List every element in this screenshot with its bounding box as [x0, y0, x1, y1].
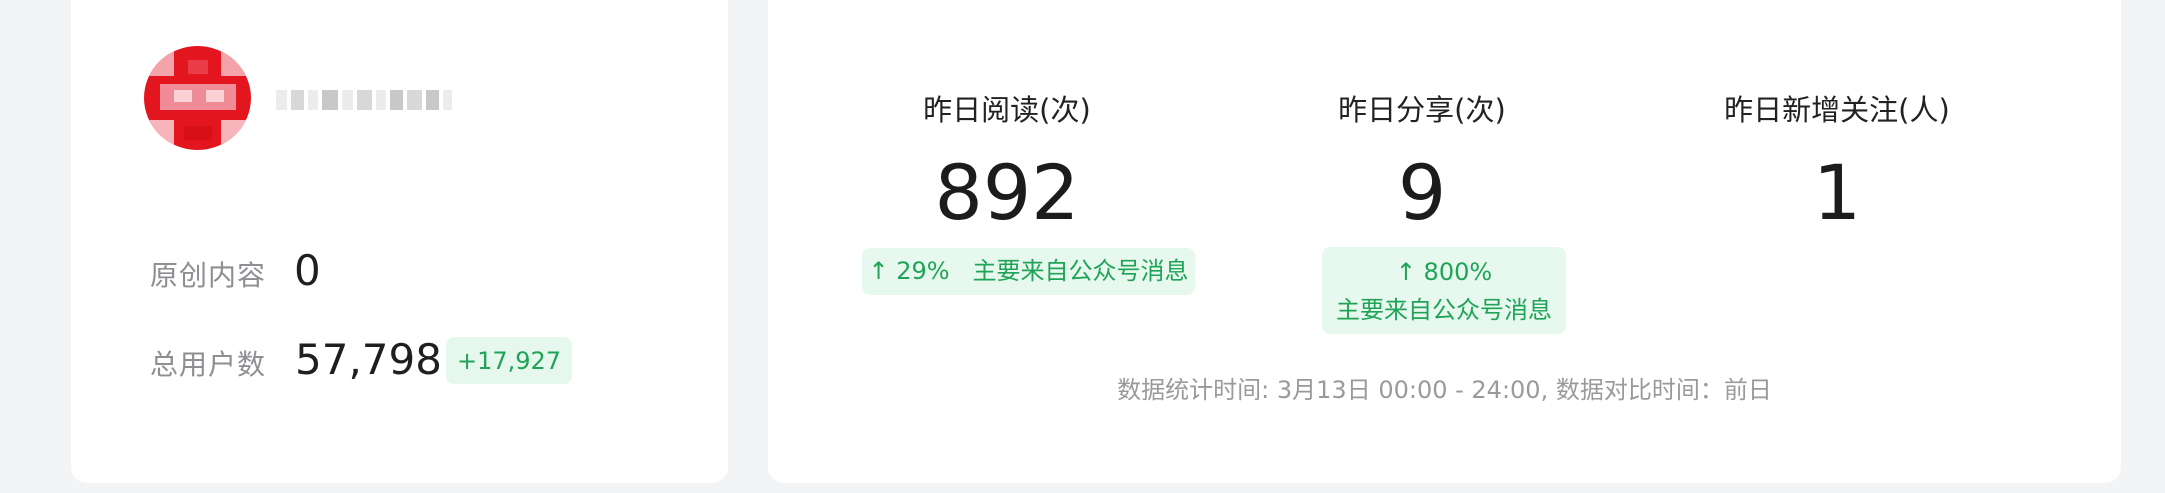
original-content-label: 原创内容 [150, 259, 267, 292]
metric-reads-source: 主要来自公众号消息 [972, 257, 1189, 285]
yesterday-metrics-card: 昨日阅读(次) 892 ↑ 29% 主要来自公众号消息 昨日分享(次) 9 ↑ … [768, 0, 2121, 483]
metric-reads-delta: ↑ 29% [868, 257, 950, 285]
metric-reads-delta-badge: ↑ 29% 主要来自公众号消息 [862, 248, 1195, 295]
metric-shares-delta: ↑ 800% [1395, 258, 1493, 286]
total-users-label: 总用户数 [150, 348, 267, 381]
metric-shares-delta-badge: ↑ 800% 主要来自公众号消息 [1322, 247, 1566, 334]
metric-new-followers-title: 昨日新增关注(人) [1724, 93, 1950, 127]
account-card: 原创内容 0 总用户数 57,798 +17,927 [71, 0, 728, 483]
stats-time-footnote: 数据统计时间: 3月13日 00:00 - 24:00, 数据对比时间：前日 [1117, 376, 1772, 404]
metric-reads-title: 昨日阅读(次) [923, 93, 1091, 127]
original-content-value: 0 [294, 246, 321, 295]
metric-shares-value: 9 [1397, 148, 1447, 237]
metric-shares-source: 主要来自公众号消息 [1336, 296, 1552, 324]
metric-shares-title: 昨日分享(次) [1338, 93, 1506, 127]
account-avatar-icon[interactable] [144, 46, 251, 150]
total-users-delta-badge: +17,927 [446, 337, 572, 384]
account-name[interactable] [276, 82, 456, 118]
total-users-value: 57,798 [295, 335, 442, 384]
metric-reads-value: 892 [934, 148, 1080, 237]
metric-new-followers-value: 1 [1812, 148, 1862, 237]
